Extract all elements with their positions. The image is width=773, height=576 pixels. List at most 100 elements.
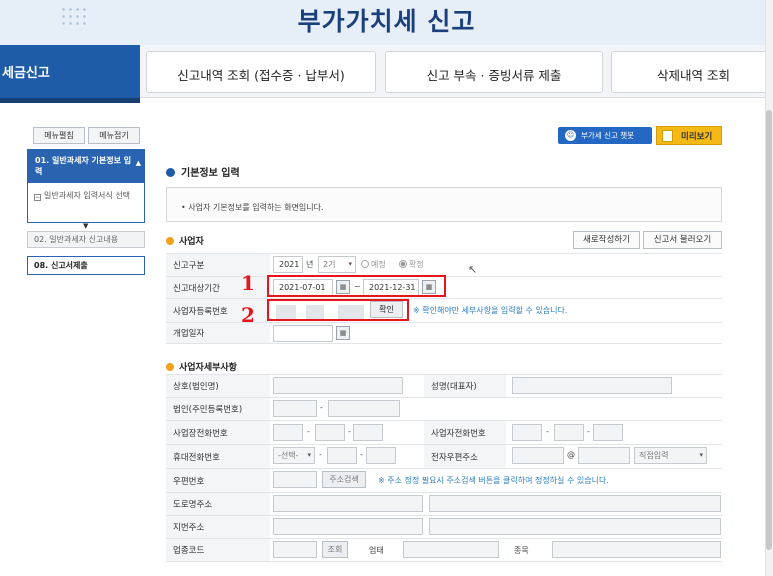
lot-address-input-2[interactable] — [429, 518, 721, 535]
industry-code-input[interactable] — [273, 541, 317, 558]
annotation-box-1 — [267, 275, 446, 297]
dash: - — [320, 403, 323, 412]
tab-tax-report[interactable]: 세금신고 — [0, 45, 140, 103]
email-domain-value: 직접입력 — [639, 451, 669, 460]
biz-phone-2[interactable] — [315, 424, 345, 441]
email-label: 전자우편주소 — [424, 445, 506, 468]
mobile-2[interactable] — [327, 447, 357, 464]
biz-tel-2[interactable] — [554, 424, 584, 441]
email-domain-select[interactable]: 직접입력 ▾ — [634, 447, 707, 464]
radio-final[interactable]: 확정 — [399, 259, 424, 270]
mobile-3[interactable] — [366, 447, 396, 464]
sidebar-subitem-form-select[interactable]: − 일반과세자 입력서식 선택 ▼ — [27, 183, 145, 230]
dash: - — [587, 427, 590, 436]
chevron-up-icon: ▲ — [135, 159, 141, 167]
period-value: 2기 — [323, 260, 336, 269]
industry-code-label: 업종코드 — [166, 539, 270, 561]
sidebar-item-submit[interactable]: 08. 신고서제출 — [27, 256, 145, 275]
details-title-text: 사업자세부사항 — [179, 363, 237, 373]
sidebar-item-report-content[interactable]: 02. 일반과세자 신고내용 — [27, 231, 145, 248]
biz-phone-1[interactable] — [273, 424, 303, 441]
radio-selected-icon — [399, 260, 407, 268]
lot-address-input-1[interactable] — [273, 518, 423, 535]
business-type-input[interactable] — [403, 541, 499, 558]
biz-phone-3[interactable] — [353, 424, 383, 441]
chatbot-button[interactable]: ☺ 부가세 신고 챗봇 — [558, 127, 652, 144]
corp-no-label: 법인(주민등록번호) — [166, 398, 270, 420]
road-address-input-2[interactable] — [429, 495, 721, 512]
dash: - — [307, 427, 310, 436]
menu-expand-button[interactable]: 메뉴펼침 — [33, 127, 85, 144]
annotation-number-2: 2 — [241, 303, 255, 327]
dash: - — [546, 427, 549, 436]
email-domain-input[interactable] — [578, 447, 630, 464]
page-title: 부가가치세 신고 — [297, 7, 476, 36]
mobile-prefix-value: -선택- — [278, 451, 299, 460]
section-title-text: 기본정보 입력 — [181, 168, 240, 179]
mouse-cursor-icon: ↖ — [468, 263, 478, 276]
biz-phone-label: 사업장전화번호 — [166, 421, 270, 444]
mobile-prefix-select[interactable]: -선택- ▾ — [273, 447, 315, 464]
chevron-down-icon: ▾ — [307, 451, 311, 459]
bullet-icon — [166, 363, 174, 371]
sidebar-item-label: 01. 일반과세자 기본정보 입력 — [35, 156, 132, 176]
biz-tel-1[interactable] — [512, 424, 542, 441]
tab-report-history[interactable]: 신고내역 조회 (접수증 · 납부서) — [146, 51, 376, 93]
radio-scheduled-label: 예정 — [371, 260, 386, 269]
confirm-note: ※ 확인해야만 세부사항을 입력할 수 있습니다. — [413, 306, 568, 315]
company-label: 상호(법인명) — [166, 375, 270, 397]
menu-collapse-button[interactable]: 메뉴접기 — [88, 127, 140, 144]
corp-no-input-1[interactable] — [273, 400, 317, 417]
minus-box-icon: − — [34, 194, 41, 201]
radio-icon — [361, 260, 369, 268]
preview-button[interactable]: 미리보기 — [656, 126, 722, 145]
preview-label: 미리보기 — [681, 132, 713, 142]
radio-scheduled[interactable]: 예정 — [361, 259, 386, 270]
chat-icon: ☺ — [565, 130, 576, 141]
calendar-icon[interactable]: ▦ — [336, 326, 350, 340]
row-corp-no: 법인(주민등록번호) — [166, 397, 722, 420]
business-type-label: 업태 — [369, 546, 384, 555]
email-id-input[interactable] — [512, 447, 564, 464]
biz-tel-label: 사업자전화번호 — [424, 421, 506, 444]
tab-deleted-history[interactable]: 삭제내역 조회 — [611, 51, 773, 93]
dash: - — [348, 427, 351, 436]
period-select[interactable]: 2기 ▾ — [318, 256, 356, 273]
load-report-button[interactable]: 신고서 불러오기 — [643, 231, 722, 249]
dash: - — [319, 450, 322, 459]
rep-input[interactable] — [512, 377, 672, 394]
corp-no-input-2[interactable] — [328, 400, 400, 417]
lot-address-label: 지번주소 — [166, 516, 270, 538]
radio-final-label: 확정 — [409, 260, 424, 269]
industry-search-button[interactable]: 조회 — [322, 541, 348, 558]
row-phones: 사업장전화번호 사업자전화번호 — [166, 420, 722, 444]
biz-tel-3[interactable] — [593, 424, 623, 441]
tab-bar: 세금신고 신고내역 조회 (접수증 · 납부서) 신고 부속 · 증빙서류 제출… — [0, 45, 773, 103]
scrollbar[interactable] — [765, 0, 773, 576]
rep-label: 성명(대표자) — [424, 375, 506, 397]
category-input[interactable] — [552, 541, 721, 558]
company-input[interactable] — [273, 377, 403, 394]
opening-date-input[interactable] — [273, 325, 333, 342]
chevron-down-icon: ▾ — [348, 260, 352, 268]
scrollbar-thumb[interactable] — [766, 110, 772, 550]
road-address-input-1[interactable] — [273, 495, 423, 512]
address-search-button[interactable]: 주소검색 — [322, 471, 366, 488]
tab-attachments[interactable]: 신고 부속 · 증빙서류 제출 — [385, 51, 603, 93]
category-label: 종목 — [514, 546, 529, 555]
zip-input[interactable] — [273, 471, 317, 488]
year-input[interactable]: 2021 — [273, 256, 303, 273]
mobile-label: 휴대전화번호 — [166, 445, 270, 468]
section-title: 기본정보 입력 — [166, 164, 240, 179]
sidebar-item-basic-info[interactable]: 01. 일반과세자 기본정보 입력 ▲ — [27, 149, 145, 183]
zip-note: ※ 주소 정정 필요시 주소검색 버튼을 클릭하여 정정하실 수 있습니다. — [378, 476, 609, 485]
document-icon — [662, 130, 673, 142]
business-title: 사업자 — [166, 234, 204, 247]
dash: - — [360, 450, 363, 459]
year-unit: 년 — [306, 260, 314, 269]
new-report-button[interactable]: 새로작성하기 — [573, 231, 640, 249]
side-menu: 01. 일반과세자 기본정보 입력 ▲ − 일반과세자 입력서식 선택 ▼ 02.… — [27, 149, 145, 275]
info-box: • 사업자 기본정보를 입력하는 화면입니다. — [166, 187, 722, 222]
page-header: 부가가치세 신고 — [0, 0, 773, 45]
business-title-text: 사업자 — [179, 237, 204, 247]
